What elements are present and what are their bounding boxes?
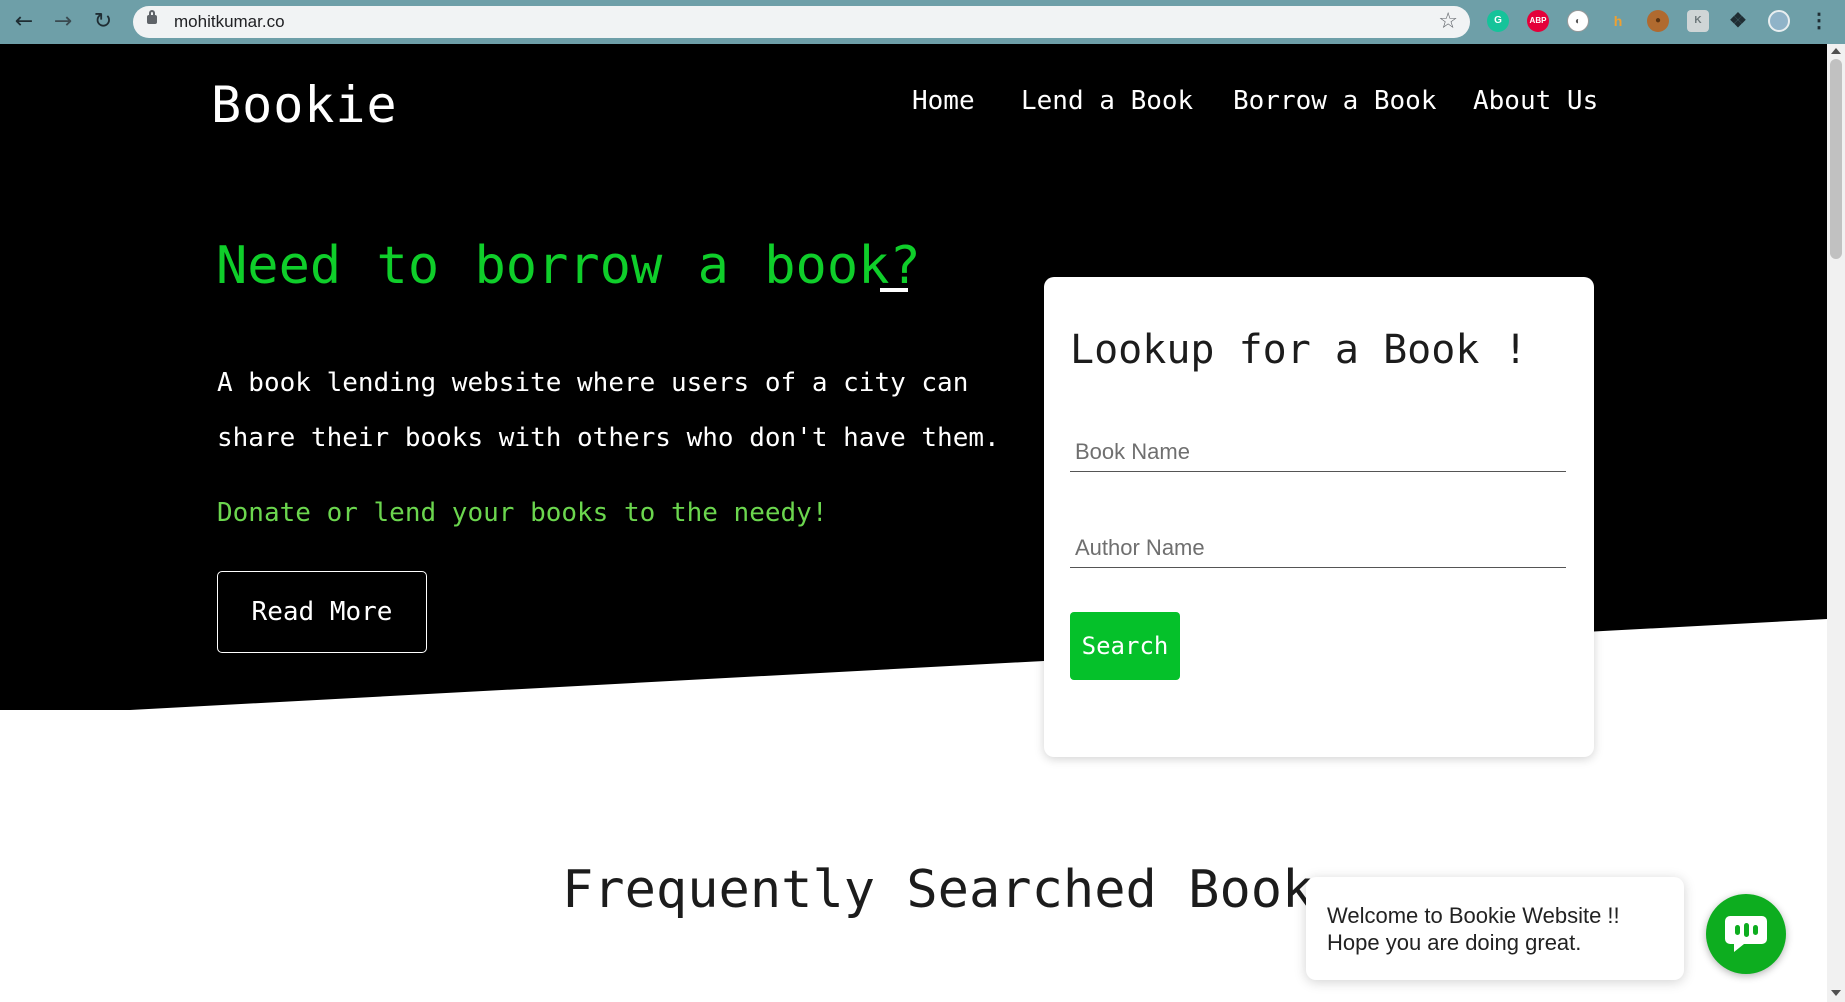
forward-arrow-icon[interactable]: → xyxy=(49,9,77,35)
url-text: mohitkumar.co xyxy=(174,12,285,31)
scrollbar-thumb[interactable] xyxy=(1830,59,1842,259)
extension-circle-icon[interactable]: ◐ xyxy=(1567,10,1589,32)
chat-message-line: Welcome to Bookie Website !! xyxy=(1327,903,1620,928)
adblock-icon[interactable]: ABP xyxy=(1527,10,1549,32)
section-title: Frequently Searched Books xyxy=(562,860,1345,920)
hero-description: A book lending website where users of a … xyxy=(217,368,1000,453)
read-more-button[interactable]: Read More xyxy=(217,571,427,653)
lookup-title: Lookup for a Book ! xyxy=(1070,327,1528,373)
book-name-input[interactable] xyxy=(1070,432,1566,472)
cookie-icon[interactable]: ● xyxy=(1647,10,1669,32)
nav-about-us[interactable]: About Us xyxy=(1473,86,1598,116)
chat-launcher-button[interactable] xyxy=(1706,894,1786,974)
page-scrollbar[interactable] xyxy=(1827,44,1845,1002)
lock-icon xyxy=(147,10,157,24)
scroll-down-arrow-icon[interactable] xyxy=(1831,990,1841,996)
lookup-card: Lookup for a Book ! Search xyxy=(1044,277,1594,757)
chat-welcome-bubble[interactable]: Welcome to Bookie Website !! Hope you ar… xyxy=(1306,877,1684,980)
honey-icon[interactable]: h xyxy=(1607,10,1629,32)
back-arrow-icon[interactable]: ← xyxy=(10,9,38,35)
bookmark-star-icon[interactable]: ☆ xyxy=(1438,9,1458,34)
site-logo[interactable]: Bookie xyxy=(211,76,398,134)
nav-home[interactable]: Home xyxy=(912,86,975,116)
author-name-input[interactable] xyxy=(1070,528,1566,568)
scroll-up-arrow-icon[interactable] xyxy=(1831,48,1841,54)
search-button[interactable]: Search xyxy=(1070,612,1180,680)
hero-tagline: Donate or lend your books to the needy! xyxy=(217,498,828,528)
address-bar[interactable]: mohitkumar.co ☆ xyxy=(133,6,1470,38)
typing-cursor xyxy=(880,288,908,292)
hero-headline: Need to borrow a book? xyxy=(216,236,921,296)
nav-lend-a-book[interactable]: Lend a Book xyxy=(1021,86,1193,116)
chat-bubble-icon xyxy=(1725,916,1767,952)
extension-k-icon[interactable]: K xyxy=(1687,10,1709,32)
reload-icon[interactable]: ↻ xyxy=(89,9,117,35)
profile-avatar[interactable] xyxy=(1768,10,1790,32)
grammarly-icon[interactable]: G xyxy=(1487,10,1509,32)
browser-menu-icon[interactable]: ⋮ xyxy=(1808,10,1830,32)
nav-borrow-a-book[interactable]: Borrow a Book xyxy=(1233,86,1437,116)
chat-message-line: Hope you are doing great. xyxy=(1327,930,1582,955)
browser-toolbar: ← → ↻ mohitkumar.co ☆ G ABP ◐ h ● K ❖ ⋮ xyxy=(0,0,1845,44)
puzzle-extensions-icon[interactable]: ❖ xyxy=(1727,10,1749,32)
